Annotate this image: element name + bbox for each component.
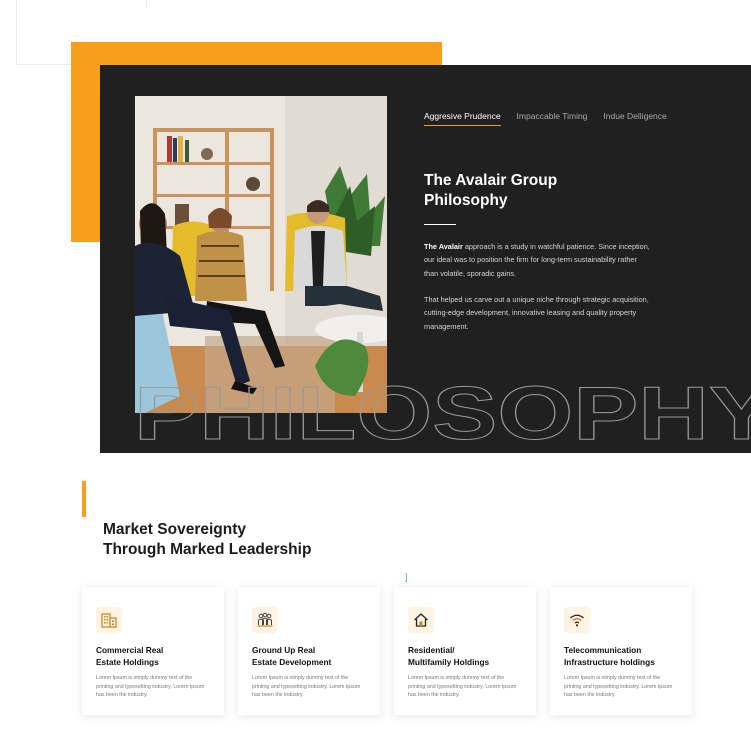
wifi-icon	[564, 607, 590, 633]
team-meeting-photo	[135, 96, 387, 413]
card-description: Lorem Ipsum is simply dummy text of the …	[252, 675, 361, 699]
title-divider	[424, 224, 456, 225]
tab-impaccable-timing[interactable]: Impaccable Timing	[517, 111, 588, 126]
philosophy-outline-word: PHILOSOPHY	[134, 381, 751, 451]
philosophy-tabs: Aggresive Prudence Impaccable Timing Ind…	[424, 111, 667, 126]
card-residential-multifamily[interactable]: Residential/ Multifamily Holdings Lorem …	[394, 587, 536, 715]
card-description: Lorem Ipsum is simply dummy text of the …	[96, 675, 205, 699]
people-group-icon	[252, 607, 278, 633]
card-title: Ground Up Real Estate Development	[252, 645, 332, 667]
philosophy-title: The Avalair Group Philosophy	[424, 172, 558, 209]
card-ground-up-development[interactable]: Ground Up Real Estate Development Lorem …	[238, 587, 380, 715]
outline-word-text: PHILOSOPHY	[134, 381, 751, 451]
philosophy-paragraph-2: That helped us carve out a unique niche …	[424, 295, 649, 331]
card-description: Lorem Ipsum is simply dummy text of the …	[564, 675, 673, 699]
philosophy-paragraph-1: The Avalair approach is a study in watch…	[424, 240, 650, 280]
building-icon	[96, 607, 122, 633]
card-telecommunication-infrastructure[interactable]: Telecommunication Infrastructure holding…	[550, 587, 692, 715]
card-title: Telecommunication Infrastructure holding…	[564, 645, 655, 667]
card-title: Commercial Real Estate Holdings	[96, 645, 164, 667]
holdings-cards: Commercial Real Estate Holdings Lorem Ip…	[82, 587, 692, 715]
decorative-corner-line	[16, 0, 147, 8]
tab-aggresive-prudence[interactable]: Aggresive Prudence	[424, 111, 501, 126]
card-description: Lorem Ipsum is simply dummy text of the …	[408, 675, 517, 699]
cursor-marker: ]	[405, 572, 408, 582]
section-title: Market Sovereignty Through Marked Leader…	[103, 521, 312, 558]
tab-indue-delligence[interactable]: Indue Delligence	[603, 111, 666, 126]
paragraph-lead: The Avalair	[424, 242, 463, 251]
card-commercial-real-estate[interactable]: Commercial Real Estate Holdings Lorem Ip…	[82, 587, 224, 715]
section-accent-bar	[82, 481, 86, 517]
card-title: Residential/ Multifamily Holdings	[408, 645, 490, 667]
house-icon	[408, 607, 434, 633]
